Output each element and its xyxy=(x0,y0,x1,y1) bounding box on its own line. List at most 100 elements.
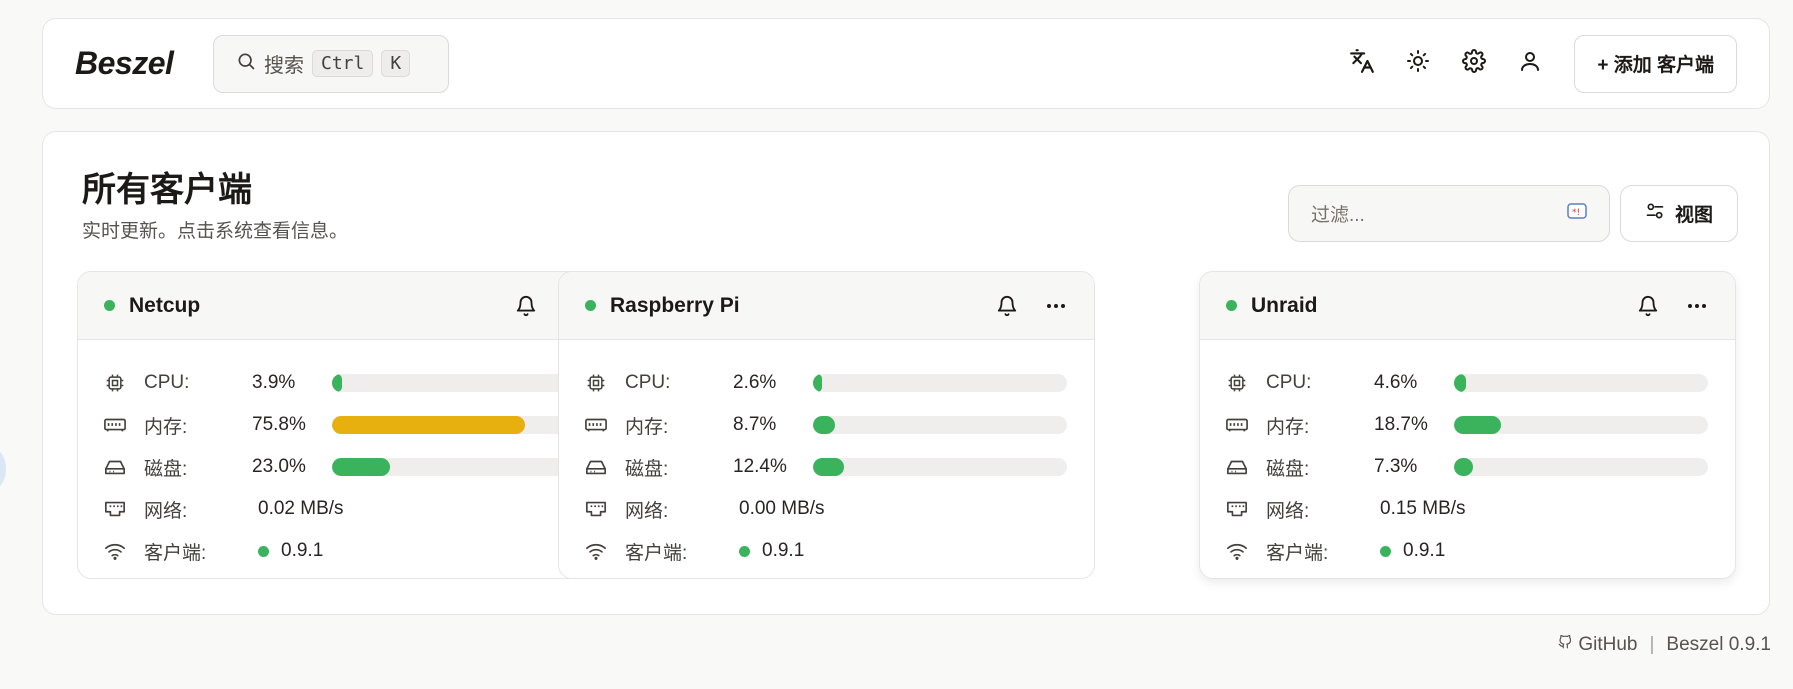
language-button[interactable] xyxy=(1334,36,1390,92)
gear-icon xyxy=(1462,49,1487,78)
disk-value: 12.4% xyxy=(733,456,787,477)
cpu-icon xyxy=(104,373,126,393)
agent-label: 客户端: xyxy=(1266,542,1329,564)
disk-bar-fill xyxy=(1454,458,1473,476)
view-button-label: 视图 xyxy=(1674,205,1713,226)
network-label: 网络: xyxy=(1266,500,1310,522)
disk-label: 磁盘: xyxy=(1266,458,1310,480)
cpu-label: CPU: xyxy=(1266,372,1312,393)
more-options-button[interactable] xyxy=(1685,294,1709,318)
memory-value: 75.8% xyxy=(252,414,306,435)
alerts-button[interactable] xyxy=(515,295,537,317)
disk-bar xyxy=(813,458,1067,476)
system-card[interactable]: Unraid CPU: 4.6% 内存: 18.7% 磁盘: 7.3% 网络: … xyxy=(1199,271,1736,579)
filter-placeholder: 过滤... xyxy=(1311,205,1365,226)
github-link[interactable]: GitHub xyxy=(1578,634,1637,656)
disk-row: 磁盘: 7.3% xyxy=(1226,446,1709,488)
alerts-button[interactable] xyxy=(996,295,1018,317)
disk-icon xyxy=(585,458,607,476)
settings-button[interactable] xyxy=(1446,36,1502,92)
theme-toggle-button[interactable] xyxy=(1390,36,1446,92)
disk-bar xyxy=(1454,458,1708,476)
agent-version: 0.9.1 xyxy=(281,540,324,561)
memory-bar-fill xyxy=(332,416,525,434)
autofill-icon: *! xyxy=(1567,202,1587,226)
filter-input[interactable]: 过滤... *! xyxy=(1288,185,1610,242)
network-row: 网络: 0.02 MB/s xyxy=(104,488,587,530)
more-options-button[interactable] xyxy=(1044,294,1068,318)
cpu-bar-fill xyxy=(813,374,822,392)
disk-row: 磁盘: 12.4% xyxy=(585,446,1068,488)
cpu-bar xyxy=(813,374,1067,392)
memory-row: 内存: 75.8% xyxy=(104,404,587,446)
status-indicator xyxy=(1226,300,1237,311)
sliders-icon xyxy=(1645,201,1665,227)
cpu-row: CPU: 2.6% xyxy=(585,362,1068,404)
translate-icon xyxy=(1349,48,1375,79)
shortcut-key-ctrl: Ctrl xyxy=(312,50,374,77)
wifi-icon xyxy=(1226,541,1248,561)
alerts-button[interactable] xyxy=(1637,295,1659,317)
agent-row: 客户端: 0.9.1 xyxy=(104,530,587,572)
agent-version: 0.9.1 xyxy=(762,540,805,561)
system-name: Raspberry Pi xyxy=(610,293,740,317)
network-value: 0.15 MB/s xyxy=(1380,498,1466,519)
disk-bar xyxy=(332,458,586,476)
cpu-bar xyxy=(1454,374,1708,392)
cpu-value: 2.6% xyxy=(733,372,777,393)
memory-bar-fill xyxy=(1454,416,1502,434)
wifi-icon xyxy=(585,541,607,561)
cpu-icon xyxy=(585,373,607,393)
user-menu-button[interactable] xyxy=(1502,36,1558,92)
cpu-value: 3.9% xyxy=(252,372,296,393)
wifi-icon xyxy=(104,541,126,561)
status-indicator xyxy=(585,300,596,311)
agent-row: 客户端: 0.9.1 xyxy=(585,530,1068,572)
disk-bar-fill xyxy=(813,458,845,476)
page-subtitle: 实时更新。点击系统查看信息。 xyxy=(82,221,349,242)
system-name: Unraid xyxy=(1251,293,1318,317)
network-label: 网络: xyxy=(144,500,188,522)
shortcut-key-k: K xyxy=(381,50,411,77)
memory-bar xyxy=(813,416,1067,434)
cpu-label: CPU: xyxy=(625,372,671,393)
cpu-row: CPU: 4.6% xyxy=(1226,362,1709,404)
memory-value: 18.7% xyxy=(1374,414,1428,435)
ethernet-icon xyxy=(585,500,607,518)
cpu-label: CPU: xyxy=(144,372,190,393)
footer-separator: | xyxy=(1649,634,1655,655)
disk-value: 23.0% xyxy=(252,456,306,477)
memory-bar xyxy=(332,416,586,434)
bell-icon xyxy=(1638,295,1658,316)
disk-label: 磁盘: xyxy=(625,458,669,480)
logo[interactable]: Beszel xyxy=(75,45,213,82)
memory-value: 8.7% xyxy=(733,414,777,435)
system-card[interactable]: Raspberry Pi CPU: 2.6% 内存: 8.7% 磁盘: 12.4… xyxy=(558,271,1095,579)
top-navbar: Beszel 搜索 Ctrl K + 添加 客户端 xyxy=(42,18,1770,109)
disk-label: 磁盘: xyxy=(144,458,188,480)
add-system-button[interactable]: + 添加 客户端 xyxy=(1574,34,1737,93)
disk-icon xyxy=(1226,458,1248,476)
memory-label: 内存: xyxy=(1266,416,1310,438)
memory-label: 内存: xyxy=(144,416,188,438)
disk-value: 7.3% xyxy=(1374,456,1418,477)
disk-bar-fill xyxy=(332,458,391,476)
version-link[interactable]: Beszel 0.9.1 xyxy=(1666,634,1771,656)
search-label: 搜索 xyxy=(264,55,304,77)
network-row: 网络: 0.00 MB/s xyxy=(585,488,1068,530)
view-options-button[interactable]: 视图 xyxy=(1620,185,1738,242)
bell-icon xyxy=(997,295,1017,316)
add-system-label: + 添加 客户端 xyxy=(1597,55,1714,76)
agent-version: 0.9.1 xyxy=(1403,540,1446,561)
ethernet-icon xyxy=(104,500,126,518)
page-title: 所有客户端 xyxy=(82,171,252,209)
system-card[interactable]: Netcup CPU: 3.9% 内存: 75.8% 磁盘: 23.0% 网络:… xyxy=(77,271,614,579)
ellipsis-icon xyxy=(1047,303,1065,308)
user-icon xyxy=(1518,49,1542,78)
disk-icon xyxy=(104,458,126,476)
github-icon xyxy=(1558,634,1572,656)
ellipsis-icon xyxy=(1688,303,1706,308)
memory-label: 内存: xyxy=(625,416,669,438)
search-button[interactable]: 搜索 Ctrl K xyxy=(213,34,449,93)
agent-label: 客户端: xyxy=(625,542,688,564)
